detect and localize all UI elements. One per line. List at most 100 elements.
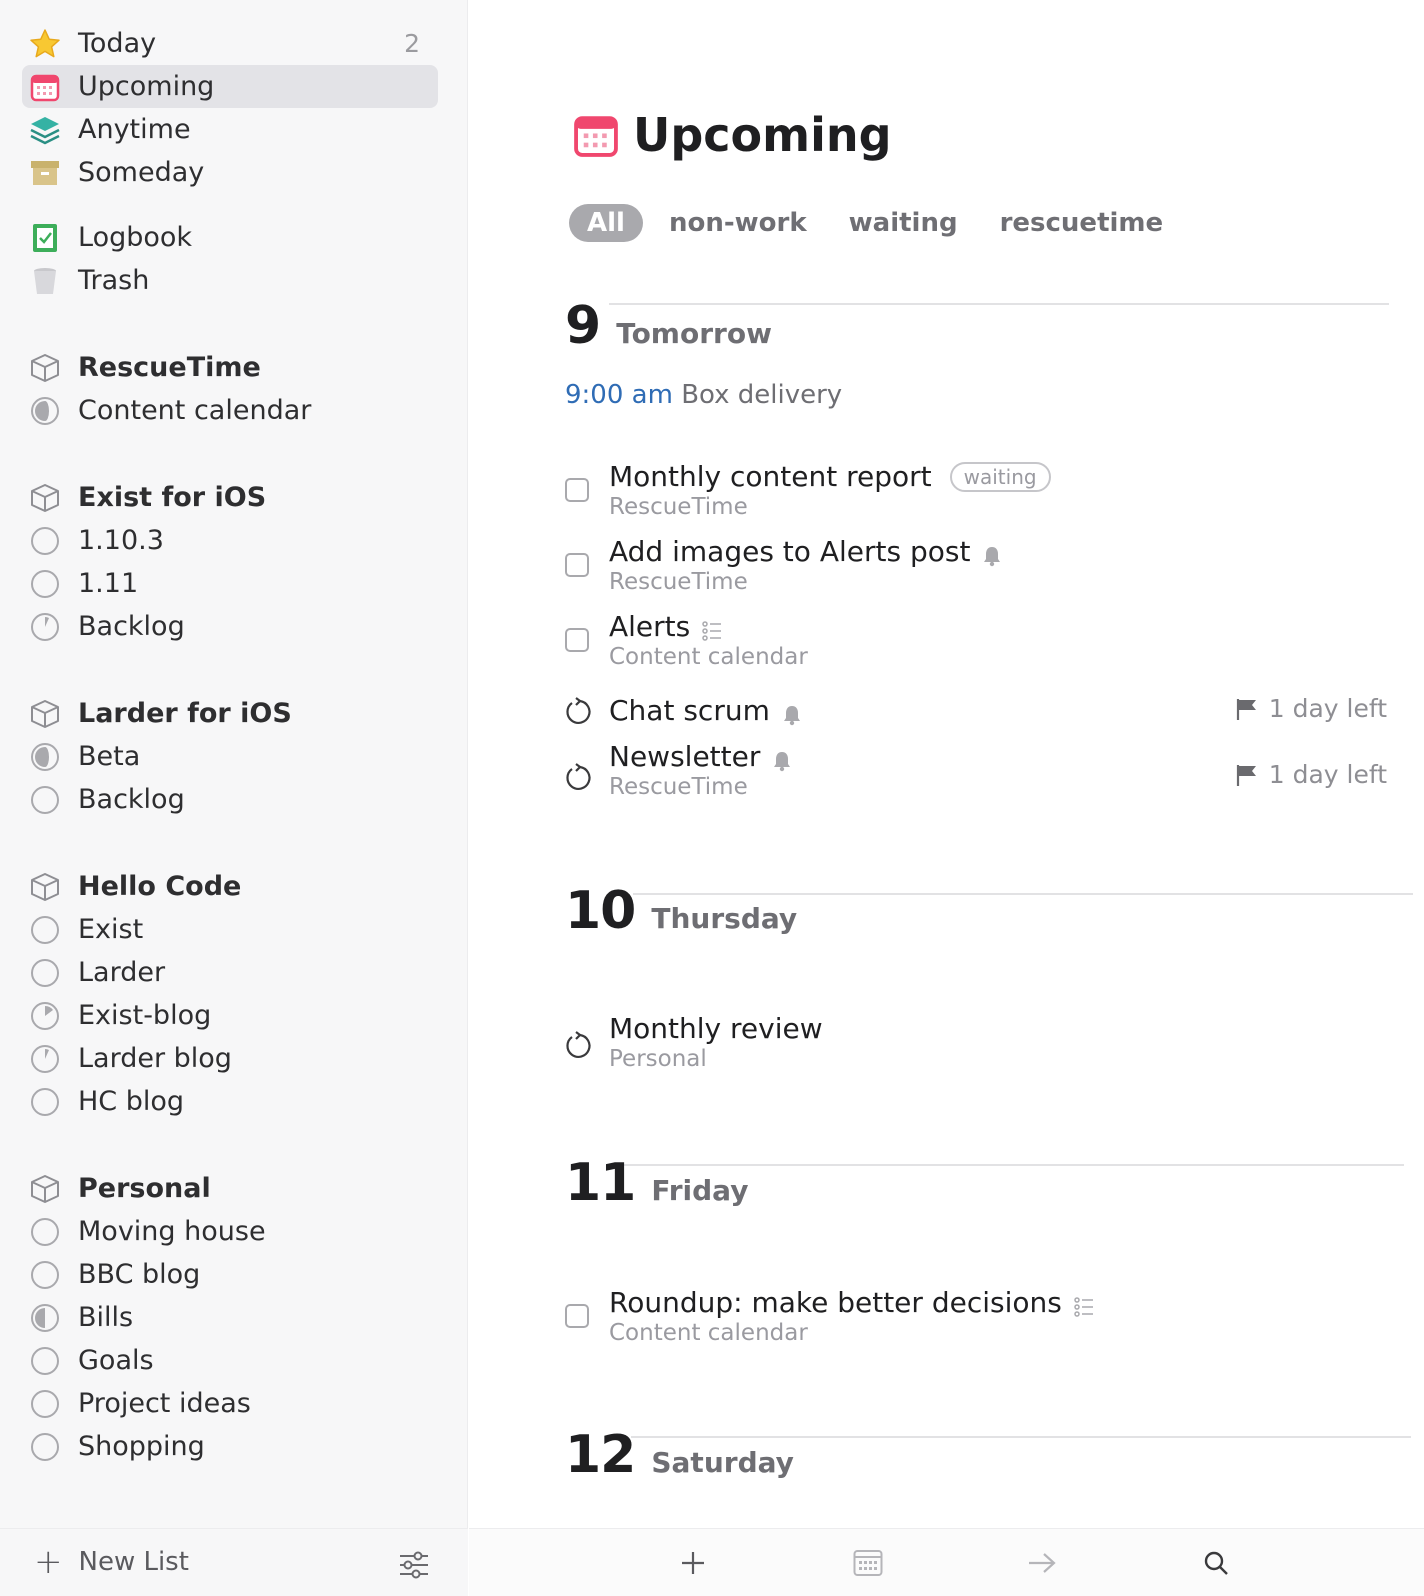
sidebar-project-goals[interactable]: Goals <box>22 1339 438 1382</box>
sidebar-item-label: Backlog <box>78 784 185 815</box>
sidebar-project-exist[interactable]: Exist <box>22 908 438 951</box>
move-arrow-button[interactable] <box>1024 1545 1060 1581</box>
area-box-icon <box>28 1172 62 1206</box>
bell-reminder-icon <box>782 700 802 725</box>
sidebar-item-label: HC blog <box>78 1086 185 1117</box>
project-progress-half-icon <box>28 1301 62 1335</box>
sidebar-project-bills[interactable]: Bills <box>22 1296 438 1339</box>
todo-title-text: Roundup: make better decisions <box>609 1286 1062 1319</box>
project-empty-icon <box>28 1430 62 1464</box>
todo-title-text: Chat scrum <box>609 694 770 727</box>
tag-filter-bar: All non-work waiting rescuetime <box>569 204 1205 242</box>
calendar-icon <box>573 112 619 158</box>
when-calendar-button[interactable] <box>850 1545 886 1581</box>
project-empty-icon <box>28 1387 62 1421</box>
checklist-icon <box>1074 1292 1094 1317</box>
sidebar-item-label: Beta <box>78 741 141 772</box>
todo-checkbox[interactable] <box>565 478 589 502</box>
repeat-icon[interactable] <box>563 696 593 726</box>
sidebar-item-label: Someday <box>78 157 205 188</box>
sidebar-project-content-calendar[interactable]: Content calendar <box>22 389 438 432</box>
sidebar-area-personal[interactable]: Personal <box>22 1167 438 1210</box>
sidebar-item-label: Trash <box>78 265 150 296</box>
sidebar-project-moving-house[interactable]: Moving house <box>22 1210 438 1253</box>
plus-icon: + <box>34 1542 63 1582</box>
todo-checkbox[interactable] <box>565 553 589 577</box>
area-box-icon <box>28 697 62 731</box>
repeat-icon[interactable] <box>563 1030 593 1060</box>
todo-checkbox[interactable] <box>565 1304 589 1328</box>
tag-filter-non-work[interactable]: non-work <box>669 208 807 238</box>
project-progress-slice-icon <box>28 610 62 644</box>
sidebar-project-larder-blog[interactable]: Larder blog <box>22 1037 438 1080</box>
sidebar-item-label: Larder <box>78 957 166 988</box>
day-header-9: 9 Tomorrow <box>565 300 772 352</box>
sidebar-item-anytime[interactable]: Anytime <box>22 108 438 151</box>
layers-icon <box>28 113 62 147</box>
new-list-label: New List <box>78 1547 189 1577</box>
sidebar-area-larder-ios[interactable]: Larder for iOS <box>22 692 438 735</box>
day-number: 10 <box>565 881 636 941</box>
todo-project: Content calendar <box>609 1320 808 1346</box>
sidebar-item-upcoming[interactable]: Upcoming <box>22 65 438 108</box>
sidebar-area-rescuetime[interactable]: RescueTime <box>22 346 438 389</box>
new-list-button[interactable]: + New List <box>34 1542 189 1582</box>
todo-project: RescueTime <box>609 569 748 595</box>
sidebar-project-backlog[interactable]: Backlog <box>22 778 438 821</box>
todo-title-text: Newsletter <box>609 740 761 773</box>
tag-filter-all[interactable]: All <box>569 204 643 242</box>
bell-reminder-icon <box>772 746 792 771</box>
project-empty-icon <box>28 1085 62 1119</box>
todo-project: RescueTime <box>609 774 748 800</box>
todo-checkbox[interactable] <box>565 628 589 652</box>
sidebar-project-1-11[interactable]: 1.11 <box>22 562 438 605</box>
sidebar-project-shopping[interactable]: Shopping <box>22 1425 438 1468</box>
sidebar-project-hc-blog[interactable]: HC blog <box>22 1080 438 1123</box>
sidebar-project-exist-blog[interactable]: Exist-blog <box>22 994 438 1037</box>
sidebar-project-project-ideas[interactable]: Project ideas <box>22 1382 438 1425</box>
tag-badge-waiting: waiting <box>949 461 1051 492</box>
deadline-text: 1 day left <box>1268 694 1387 723</box>
search-button[interactable] <box>1198 1545 1234 1581</box>
sidebar-item-someday[interactable]: Someday <box>22 151 438 194</box>
page-title-text: Upcoming <box>633 108 892 162</box>
sidebar-item-today[interactable]: Today 2 <box>22 22 438 65</box>
todo-title-text: Monthly content report <box>609 460 932 493</box>
sidebar-project-bbc-blog[interactable]: BBC blog <box>22 1253 438 1296</box>
sidebar-area-hello-code[interactable]: Hello Code <box>22 865 438 908</box>
sidebar-item-label: Anytime <box>78 114 191 145</box>
tag-filter-rescuetime[interactable]: rescuetime <box>1000 208 1164 238</box>
todo-title-text: Alerts <box>609 610 691 643</box>
sidebar-project-1-10-3[interactable]: 1.10.3 <box>22 519 438 562</box>
sidebar-project-larder[interactable]: Larder <box>22 951 438 994</box>
project-empty-icon <box>28 1258 62 1292</box>
sidebar-item-label: Larder blog <box>78 1043 232 1074</box>
sliders-settings-icon[interactable] <box>398 1549 430 1581</box>
sidebar-area-exist-ios[interactable]: Exist for iOS <box>22 476 438 519</box>
day-name: Tomorrow <box>616 317 772 350</box>
todo-project: Personal <box>609 1046 707 1072</box>
sidebar-project-beta[interactable]: Beta <box>22 735 438 778</box>
sidebar-item-trash[interactable]: Trash <box>22 259 438 302</box>
sidebar-item-label: BBC blog <box>78 1259 201 1290</box>
sidebar-item-label: 1.10.3 <box>78 525 164 556</box>
day-header-12: 12 Saturday <box>565 1429 794 1481</box>
sidebar-item-label: Upcoming <box>78 71 215 102</box>
repeat-icon[interactable] <box>563 762 593 792</box>
event-time: 9:00 am <box>565 380 673 410</box>
calendar-event[interactable]: 9:00 am Box delivery <box>565 380 842 410</box>
deadline-indicator: 1 day left <box>1235 694 1387 723</box>
page-title: Upcoming <box>573 108 892 162</box>
flag-icon <box>1236 698 1256 720</box>
sidebar-project-backlog[interactable]: Backlog <box>22 605 438 648</box>
sidebar-area-label: Exist for iOS <box>78 482 267 513</box>
area-box-icon <box>28 870 62 904</box>
sidebar-item-label: Exist <box>78 914 144 945</box>
sidebar-item-logbook[interactable]: Logbook <box>22 216 438 259</box>
day-number: 11 <box>565 1153 636 1213</box>
add-todo-button[interactable] <box>675 1545 711 1581</box>
sidebar-item-label: Project ideas <box>78 1388 251 1419</box>
tag-filter-waiting[interactable]: waiting <box>849 208 958 238</box>
sidebar-area-label: RescueTime <box>78 352 261 383</box>
project-progress-half-icon <box>28 394 62 428</box>
